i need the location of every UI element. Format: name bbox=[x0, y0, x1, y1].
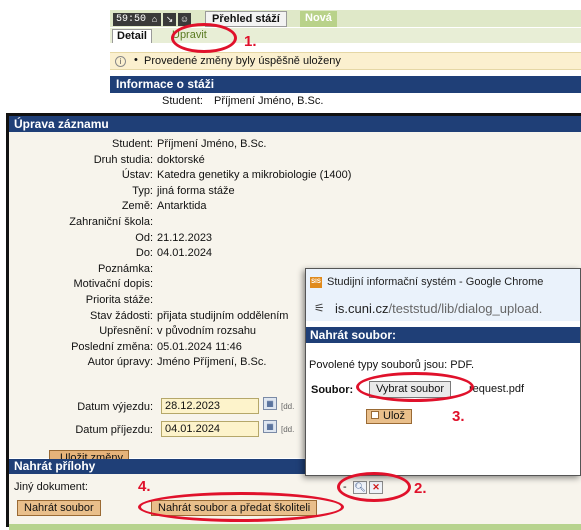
arrival-label: Datum příjezdu: bbox=[75, 424, 153, 436]
form-row-label: Zahraniční škola: bbox=[69, 216, 153, 228]
chrome-titlebar: SIS Studijní informační systém - Google … bbox=[306, 269, 580, 295]
form-row-value: jiná forma stáže bbox=[157, 184, 235, 197]
upload-and-submit-button[interactable]: Nahrát soubor a předat školiteli bbox=[151, 500, 318, 516]
calendar-icon[interactable]: ▦ bbox=[263, 420, 277, 433]
form-row-label: Priorita stáže: bbox=[85, 294, 153, 306]
sis-app-icon: SIS bbox=[310, 277, 322, 288]
form-row: Druh studia: doktorské bbox=[9, 153, 569, 167]
upload-heading: Nahrát soubor: bbox=[306, 327, 580, 343]
form-row-label: Do: bbox=[135, 247, 153, 260]
form-row-value: Antarktida bbox=[157, 200, 207, 213]
form-row-value: Jméno Příjmení, B.Sc. bbox=[157, 356, 267, 369]
url-path: /teststud/lib/dialog_upload. bbox=[388, 301, 543, 316]
person-icon[interactable]: ☺ bbox=[178, 13, 191, 26]
info-student-value: Příjmení Jméno, B.Sc. bbox=[214, 95, 324, 107]
edit-section-title: Úprava záznamu bbox=[9, 116, 581, 132]
site-settings-icon[interactable]: ⚟ bbox=[314, 301, 325, 315]
upload-dialog-window: SIS Studijní informační systém - Google … bbox=[305, 268, 581, 476]
form-row: Do: 04.01.2024 bbox=[9, 246, 569, 260]
file-label: Soubor: bbox=[311, 384, 354, 396]
scroll-icon[interactable]: ↘ bbox=[163, 13, 176, 26]
form-row-label: Druh studia: bbox=[93, 153, 153, 166]
save-icon bbox=[371, 411, 379, 419]
window-title: Studijní informační systém - Google Chro… bbox=[327, 276, 544, 288]
session-timer: 59:50 bbox=[113, 13, 150, 26]
form-row-label: Stav žádosti: bbox=[90, 309, 153, 322]
subtab-detail[interactable]: Detail bbox=[112, 29, 152, 43]
form-row-label: Země: bbox=[121, 200, 153, 213]
tab-internship-overview[interactable]: Přehled stáží bbox=[205, 11, 287, 27]
annotation-step-4: 4. bbox=[138, 478, 151, 495]
save-file-button[interactable]: Ulož bbox=[366, 409, 413, 424]
form-row-value: v původním rozsahu bbox=[157, 325, 257, 338]
attachments-panel: Jiný dokument: - 🔍︎ ✕ Nahrát soubor Nahr… bbox=[9, 474, 581, 530]
url-host: is.cuni.cz bbox=[335, 301, 389, 316]
save-file-label: Ulož bbox=[383, 410, 406, 422]
form-row-label: Ústav: bbox=[121, 169, 153, 182]
address-bar[interactable]: ⚟ is.cuni.cz/teststud/lib/dialog_upload. bbox=[306, 295, 580, 321]
annotation-step-2: 2. bbox=[414, 480, 427, 497]
search-icon[interactable]: 🔍︎ bbox=[353, 481, 367, 494]
form-row-value: doktorské bbox=[157, 153, 205, 166]
info-section-title: Informace o stáži bbox=[110, 76, 581, 93]
other-document-dash: - bbox=[343, 481, 347, 493]
form-row-value: 05.01.2024 11:46 bbox=[157, 340, 242, 353]
selected-file-name: request.pdf bbox=[469, 383, 525, 395]
annotation-step-3: 3. bbox=[452, 408, 465, 425]
form-row-value: 21.12.2023 bbox=[157, 231, 213, 244]
info-student-label: Student: bbox=[162, 95, 203, 107]
success-notice: i • Provedené změny byly úspěšně uloženy bbox=[110, 52, 581, 70]
home-icon[interactable]: ⌂ bbox=[148, 13, 161, 26]
tab-new[interactable]: Nová bbox=[300, 11, 337, 27]
annotation-step-1: 1. bbox=[244, 33, 257, 50]
form-row-value: Katedra genetiky a mikrobiologie (1400) bbox=[157, 169, 352, 182]
subtab-edit[interactable]: Upravit bbox=[168, 29, 211, 43]
arrival-date-input[interactable]: 04.01.2024 bbox=[161, 421, 259, 437]
form-row: Typ: jiná forma stáže bbox=[9, 184, 569, 198]
upload-file-button[interactable]: Nahrát soubor bbox=[17, 500, 101, 516]
notice-bullet: • bbox=[134, 54, 138, 66]
form-row-label: Poznámka: bbox=[97, 262, 153, 275]
form-row-value: 04.01.2024 bbox=[157, 247, 213, 260]
form-row-label: Poslední změna: bbox=[71, 340, 153, 353]
form-row: Země: Antarktida bbox=[9, 199, 569, 213]
form-row: Student: Příjmení Jméno, B.Sc. bbox=[9, 137, 569, 151]
info-student-row: Student: Příjmení Jméno, B.Sc. bbox=[110, 94, 581, 108]
form-row-value: přijata studijním oddělením bbox=[157, 309, 289, 322]
arrival-row: Datum příjezdu: bbox=[9, 423, 153, 437]
calendar-icon[interactable]: ▦ bbox=[263, 397, 277, 410]
info-icon: i bbox=[115, 56, 126, 67]
other-document-label: Jiný dokument: bbox=[14, 481, 88, 493]
departure-date-input[interactable]: 28.12.2023 bbox=[161, 398, 259, 414]
form-row-label: Motivační dopis: bbox=[73, 278, 153, 291]
footer-strip bbox=[9, 524, 581, 530]
allowed-types-text: Povolené typy souborů jsou: PDF. bbox=[309, 359, 475, 371]
notice-text: Provedené změny byly úspěšně uloženy bbox=[144, 55, 341, 67]
form-row-label: Typ: bbox=[132, 184, 153, 197]
departure-row: Datum výjezdu: bbox=[9, 400, 153, 414]
date-format-hint: [dd. bbox=[281, 425, 295, 434]
delete-icon[interactable]: ✕ bbox=[369, 481, 383, 494]
form-row: Od: 21.12.2023 bbox=[9, 231, 569, 245]
departure-label: Datum výjezdu: bbox=[77, 401, 153, 413]
choose-file-button[interactable]: Vybrat soubor bbox=[369, 381, 452, 398]
form-row-label: Autor úpravy: bbox=[87, 356, 153, 369]
form-row-value: Příjmení Jméno, B.Sc. bbox=[157, 138, 267, 150]
form-row-label: Upřesnění: bbox=[99, 325, 153, 338]
form-row: Zahraniční škola: bbox=[9, 215, 569, 229]
date-format-hint: [dd. bbox=[281, 402, 295, 411]
address-url: is.cuni.cz/teststud/lib/dialog_upload. bbox=[335, 301, 542, 316]
form-row-label: Student: bbox=[112, 138, 153, 150]
form-row: Ústav: Katedra genetiky a mikrobiologie (… bbox=[9, 168, 569, 182]
form-row-label: Od: bbox=[135, 231, 153, 244]
